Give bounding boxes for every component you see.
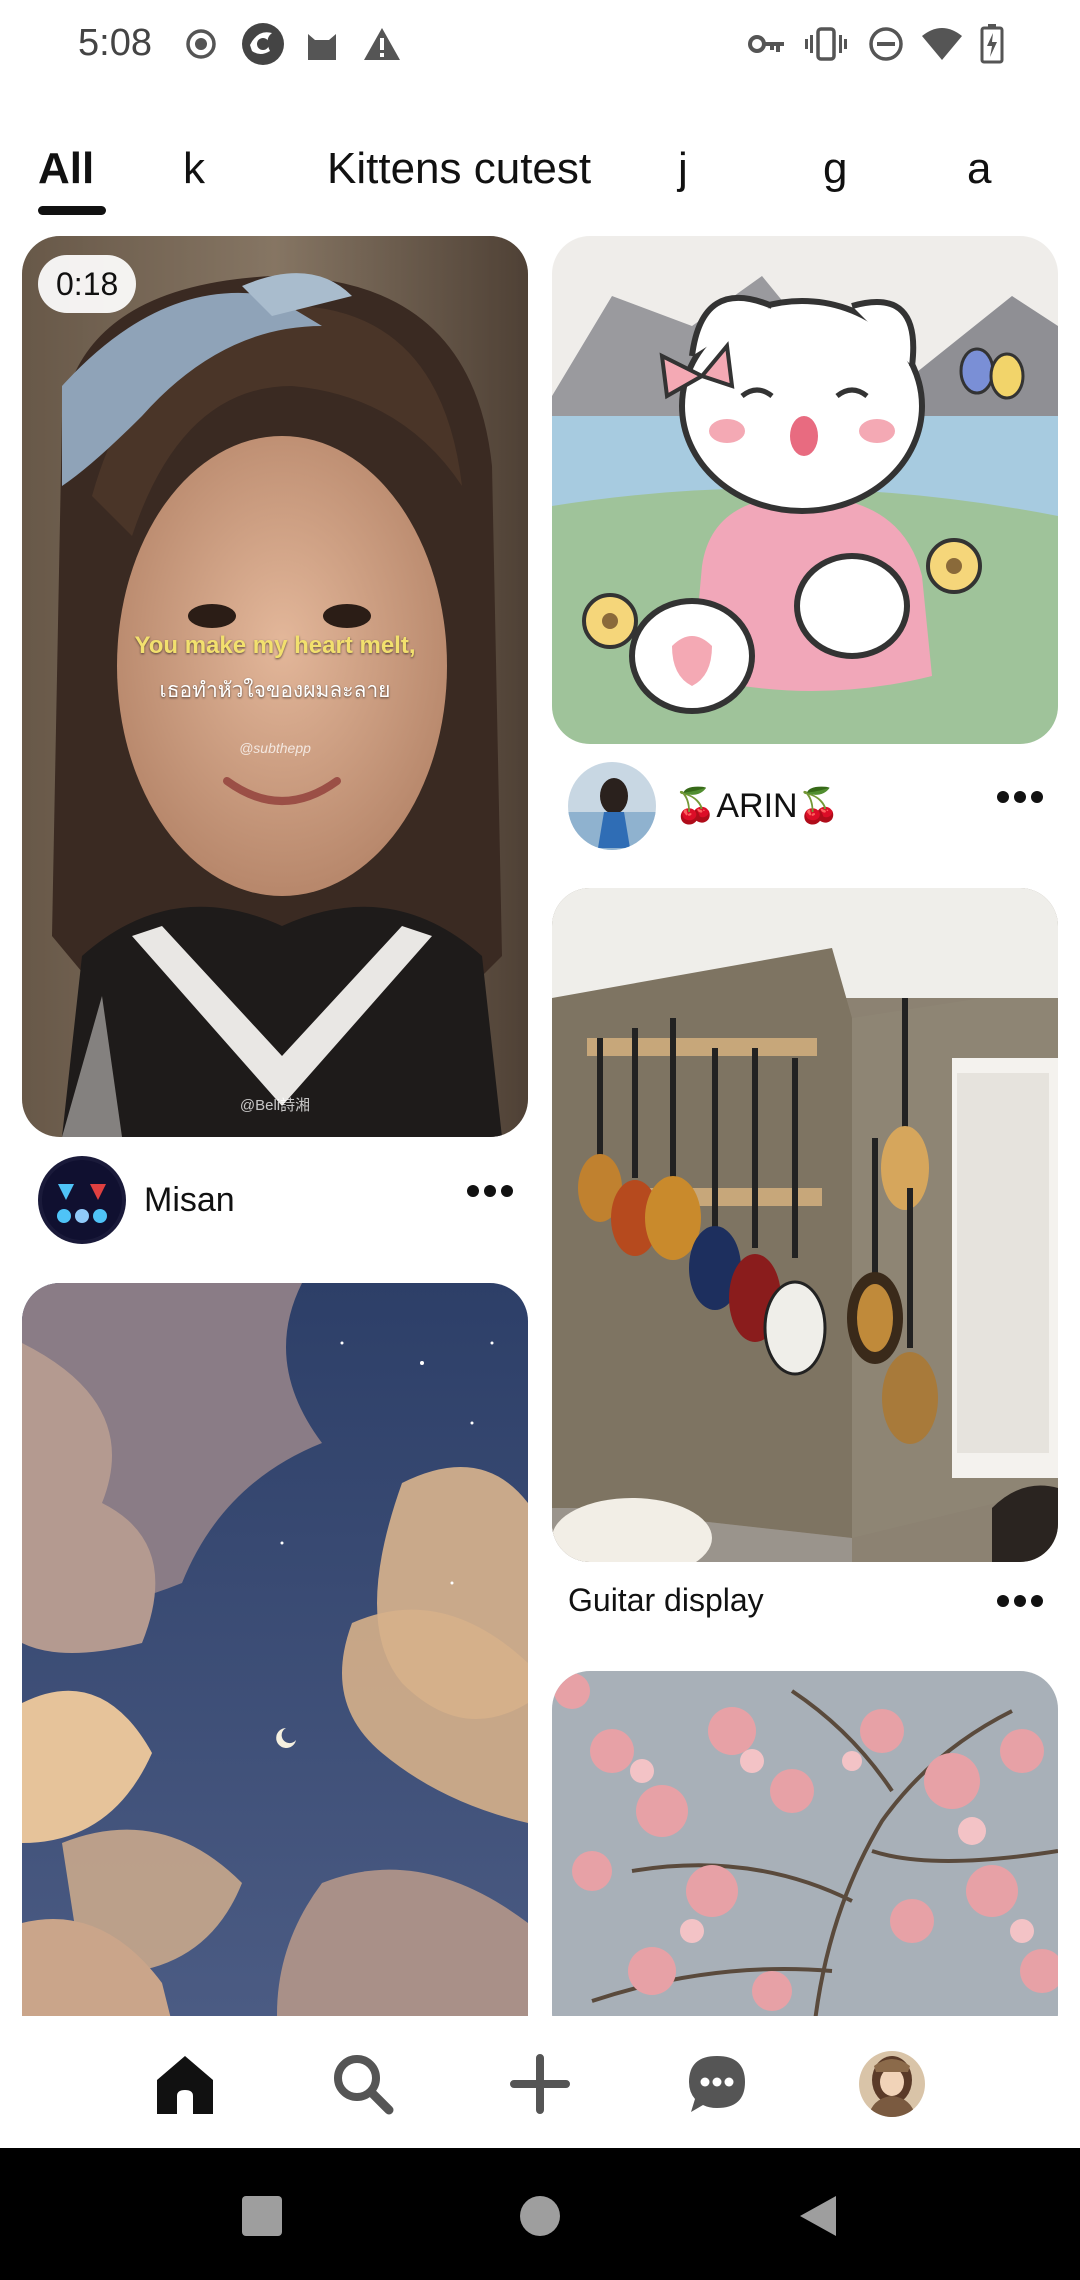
- app-icon: [240, 18, 286, 70]
- warning-icon: [362, 18, 402, 70]
- tab-kittens-cutest[interactable]: Kittens cutest: [327, 144, 591, 194]
- cat-icon: [304, 18, 340, 70]
- do-not-disturb-icon: [868, 18, 904, 70]
- home-button[interactable]: [508, 2184, 572, 2248]
- bottom-navigation: [0, 2016, 1080, 2148]
- back-button[interactable]: [786, 2184, 850, 2248]
- sky-pin-image[interactable]: [22, 1283, 528, 2016]
- board-tabs: All k Kittens cutest j g a: [0, 130, 1080, 220]
- pin-feed[interactable]: 0:18 You make my heart melt, เธอทำหัวใจข…: [0, 236, 1080, 2016]
- profile-avatar[interactable]: [852, 2044, 932, 2124]
- kitten-pin-image[interactable]: [552, 236, 1058, 744]
- video-duration-badge: 0:18: [38, 255, 137, 313]
- record-icon: [184, 18, 218, 70]
- chat-icon[interactable]: [677, 2044, 757, 2124]
- kitten-pin-more-button[interactable]: [990, 782, 1050, 812]
- video-caption-thai: เธอทำหัวใจของผมละลาย: [159, 679, 391, 702]
- author-name: Misan: [144, 1180, 235, 1219]
- author-avatar-arin: [568, 762, 656, 850]
- author-avatar-misan: [38, 1156, 126, 1244]
- video-caption-credit: @subthepp: [239, 740, 311, 756]
- tab-k[interactable]: k: [183, 144, 205, 194]
- home-icon[interactable]: [145, 2044, 225, 2124]
- video-caption-credit-2: @Beli詩湘: [239, 1097, 311, 1114]
- status-bar: 5:08: [0, 0, 1080, 90]
- search-icon[interactable]: [323, 2044, 403, 2124]
- video-pin-author[interactable]: Misan: [38, 1156, 235, 1244]
- status-time: 5:08: [78, 22, 152, 64]
- vibrate-icon: [805, 18, 847, 70]
- tab-j[interactable]: j: [678, 144, 688, 194]
- guitar-pin-image[interactable]: [552, 888, 1058, 1562]
- video-caption-english: You make my heart melt,: [134, 632, 416, 659]
- vpn-key-icon: [748, 18, 786, 70]
- tab-a[interactable]: a: [967, 144, 991, 194]
- recents-button[interactable]: [230, 2184, 294, 2248]
- guitar-pin-title: Guitar display: [568, 1582, 764, 1618]
- plus-icon[interactable]: [500, 2044, 580, 2124]
- tab-all[interactable]: All: [38, 144, 94, 194]
- battery-charging-icon: [980, 18, 1004, 70]
- tab-selected-indicator: [38, 206, 106, 215]
- guitar-pin-more-button[interactable]: [990, 1586, 1050, 1616]
- tab-g[interactable]: g: [823, 144, 847, 194]
- video-pin-more-button[interactable]: [460, 1176, 520, 1206]
- system-navigation-bar: [0, 2148, 1080, 2280]
- blossom-pin-image[interactable]: [552, 1671, 1058, 2016]
- author-name: 🍒ARIN🍒: [674, 787, 840, 825]
- kitten-pin-author[interactable]: 🍒ARIN🍒: [568, 762, 840, 850]
- wifi-icon: [920, 18, 964, 70]
